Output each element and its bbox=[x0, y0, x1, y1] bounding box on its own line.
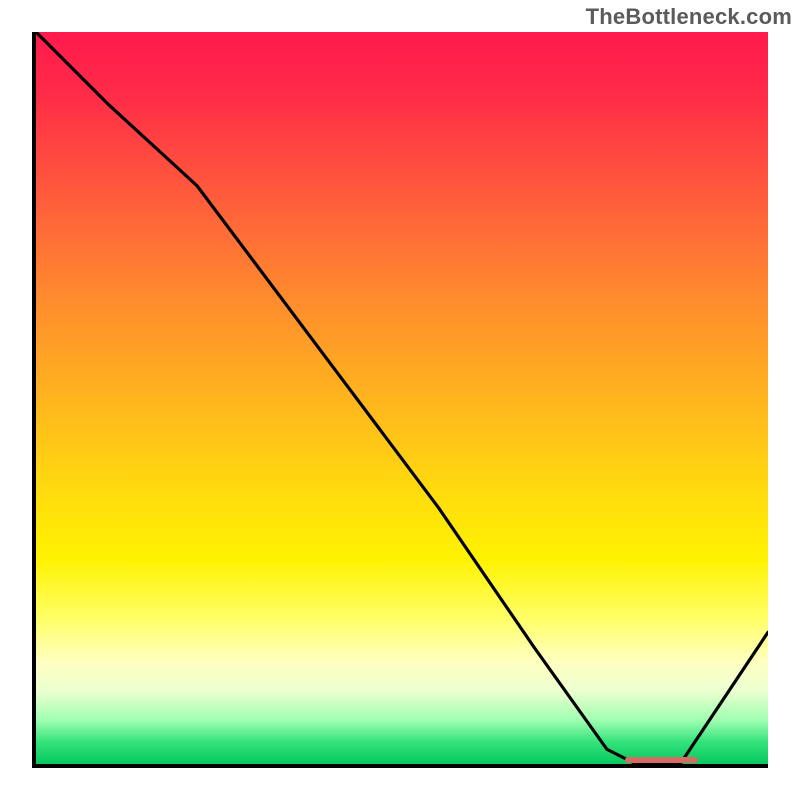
chart-plot-area bbox=[32, 32, 768, 768]
watermark-text: TheBottleneck.com bbox=[586, 4, 792, 30]
chart-background-gradient bbox=[36, 32, 768, 764]
chart-optimum-marker bbox=[625, 757, 699, 763]
